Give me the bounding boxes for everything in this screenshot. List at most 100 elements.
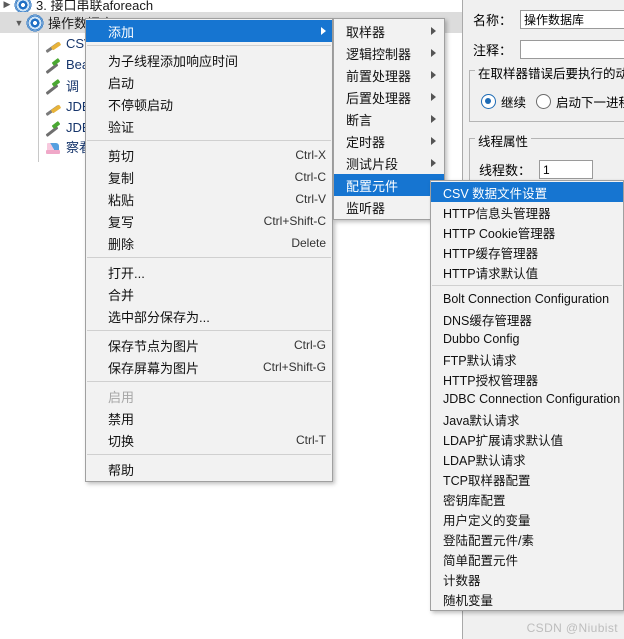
menu-item-label: JDBC Connection Configuration bbox=[443, 392, 621, 406]
tree-item[interactable]: CSV bbox=[0, 33, 93, 54]
menu-config-item[interactable]: Dubbo Config bbox=[431, 329, 623, 349]
radio-continue[interactable] bbox=[481, 94, 496, 109]
menu-config-item[interactable]: HTTP授权管理器 bbox=[431, 369, 623, 389]
menu-item-label: 前置处理器 bbox=[346, 68, 412, 84]
menu-item-shortcut: Ctrl-T bbox=[296, 433, 326, 447]
menu-separator bbox=[87, 45, 331, 46]
pen-icon bbox=[44, 56, 62, 74]
menu-item-label: 为子线程添加响应时间 bbox=[108, 53, 239, 69]
menu-item-label: 保存节点为图片 bbox=[108, 338, 200, 354]
menu-add-item[interactable]: 定时器 bbox=[334, 130, 444, 152]
menu-main-item[interactable]: 切换 Ctrl-T bbox=[86, 429, 332, 451]
menu-main-item[interactable]: 保存节点为图片 Ctrl-G bbox=[86, 334, 332, 356]
menu-main-item[interactable]: 不停顿启动 bbox=[86, 93, 332, 115]
menu-add-item[interactable]: 前置处理器 bbox=[334, 64, 444, 86]
menu-main-item[interactable]: 启动 bbox=[86, 71, 332, 93]
menu-item-label: 取样器 bbox=[346, 24, 386, 40]
radio-start-next-thread-loop[interactable] bbox=[536, 94, 552, 109]
radio-start-next-label: 启动下一进程 bbox=[556, 96, 624, 110]
menu-config-item[interactable]: 计数器 bbox=[431, 569, 623, 589]
comment-input[interactable] bbox=[520, 40, 624, 59]
tree-context-menu[interactable]: 添加为子线程添加响应时间启动 不停顿启动 验证剪切 Ctrl-X 复制 Ctrl-C 粘贴 C… bbox=[85, 18, 333, 482]
menu-main-item[interactable]: 验证 bbox=[86, 115, 332, 137]
menu-separator bbox=[87, 330, 331, 331]
menu-item-label: CSV 数据文件设置 bbox=[443, 186, 548, 201]
menu-separator bbox=[87, 454, 331, 455]
menu-add-item[interactable]: 逻辑控制器 bbox=[334, 42, 444, 64]
tree-item[interactable]: JDB bbox=[0, 96, 91, 117]
menu-config-item[interactable]: Java默认请求 bbox=[431, 409, 623, 429]
menu-item-label: 禁用 bbox=[108, 411, 135, 427]
menu-item-label: 断言 bbox=[346, 112, 373, 128]
tree-item[interactable]: Bea bbox=[0, 54, 89, 75]
menu-main-item[interactable]: 为子线程添加响应时间 bbox=[86, 49, 332, 71]
menu-add-item[interactable]: 取样器 bbox=[334, 20, 444, 42]
menu-config-item[interactable]: HTTP请求默认值 bbox=[431, 262, 623, 282]
menu-add-item[interactable]: 配置元件 bbox=[334, 174, 444, 196]
thread-properties-group-title: 线程属性 bbox=[475, 131, 532, 150]
menu-item-label: FTP默认请求 bbox=[443, 353, 517, 368]
menu-item-label: LDAP扩展请求默认值 bbox=[443, 433, 564, 448]
menu-main-item[interactable]: 打开... bbox=[86, 261, 332, 283]
menu-config-item[interactable]: TCP取样器配置 bbox=[431, 469, 623, 489]
menu-config-item[interactable]: DNS缓存管理器 bbox=[431, 309, 623, 329]
menu-main-item[interactable]: 禁用 bbox=[86, 407, 332, 429]
watermark: CSDN @Niubist bbox=[526, 621, 618, 635]
menu-config-item[interactable]: LDAP默认请求 bbox=[431, 449, 623, 469]
menu-add-item[interactable]: 断言 bbox=[334, 108, 444, 130]
menu-main-item[interactable]: 删除 Delete bbox=[86, 232, 332, 254]
gear-icon bbox=[26, 13, 44, 32]
menu-item-label: DNS缓存管理器 bbox=[443, 313, 532, 328]
add-submenu[interactable]: 取样器逻辑控制器前置处理器后置处理器断言定时器 测试片段 配置元件 监听器 bbox=[333, 18, 445, 220]
menu-config-item[interactable]: HTTP Cookie管理器 bbox=[431, 222, 623, 242]
tree-item[interactable]: 察看 bbox=[0, 136, 92, 157]
menu-main-item[interactable]: 复写 Ctrl+Shift-C bbox=[86, 210, 332, 232]
menu-config-item[interactable]: HTTP信息头管理器 bbox=[431, 202, 623, 222]
menu-add-item[interactable]: 后置处理器 bbox=[334, 86, 444, 108]
tree-item[interactable]: JDB bbox=[0, 117, 91, 138]
menu-config-item[interactable]: JDBC Connection Configuration bbox=[431, 389, 623, 409]
menu-config-item[interactable]: 用户定义的变量 bbox=[431, 509, 623, 529]
menu-main-item[interactable]: 保存屏幕为图片 Ctrl+Shift-G bbox=[86, 356, 332, 378]
menu-config-item[interactable]: Bolt Connection Configuration bbox=[431, 289, 623, 309]
menu-config-item[interactable]: HTTP缓存管理器 bbox=[431, 242, 623, 262]
menu-config-item[interactable]: LDAP扩展请求默认值 bbox=[431, 429, 623, 449]
menu-add-item[interactable]: 监听器 bbox=[334, 196, 444, 218]
thread-count-input[interactable]: 1 bbox=[539, 160, 594, 179]
menu-config-item[interactable]: CSV 数据文件设置 bbox=[431, 182, 623, 202]
menu-main-item[interactable]: 合并 bbox=[86, 283, 332, 305]
menu-item-label: 密钥库配置 bbox=[443, 493, 506, 508]
menu-item-label: 逻辑控制器 bbox=[346, 46, 412, 62]
menu-config-item[interactable]: 简单配置元件 bbox=[431, 549, 623, 569]
name-input[interactable]: 操作数据库 bbox=[520, 10, 624, 29]
menu-main-item: 启用 bbox=[86, 385, 332, 407]
menu-main-item[interactable]: 剪切 Ctrl-X bbox=[86, 144, 332, 166]
menu-add-item[interactable]: 测试片段 bbox=[334, 152, 444, 174]
chevron-down-icon[interactable]: ▼ bbox=[12, 12, 26, 33]
menu-config-item[interactable]: 密钥库配置 bbox=[431, 489, 623, 509]
menu-separator bbox=[87, 381, 331, 382]
menu-main-item[interactable]: 选中部分保存为... bbox=[86, 305, 332, 327]
menu-item-label: 保存屏幕为图片 bbox=[108, 360, 200, 376]
menu-config-item[interactable]: 随机变量 bbox=[431, 589, 623, 609]
menu-main-item[interactable]: 帮助 bbox=[86, 458, 332, 480]
config-tool-icon bbox=[44, 35, 62, 53]
pen-icon bbox=[44, 77, 62, 95]
menu-config-item[interactable]: 登陆配置元件/素 bbox=[431, 529, 623, 549]
menu-main-item[interactable]: 复制 Ctrl-C bbox=[86, 166, 332, 188]
menu-item-label: HTTP信息头管理器 bbox=[443, 206, 551, 221]
config-element-submenu[interactable]: CSV 数据文件设置 HTTP信息头管理器 HTTP Cookie管理器 HTTP缓存… bbox=[430, 180, 624, 611]
menu-item-label: 粘贴 bbox=[108, 192, 135, 208]
menu-config-item[interactable]: FTP默认请求 bbox=[431, 349, 623, 369]
menu-item-shortcut: Ctrl-V bbox=[295, 192, 326, 206]
menu-item-label: 复制 bbox=[108, 170, 135, 186]
menu-item-label: 启用 bbox=[108, 389, 135, 405]
menu-main-item[interactable]: 添加 bbox=[86, 20, 332, 42]
menu-main-item[interactable]: 粘贴 Ctrl-V bbox=[86, 188, 332, 210]
tree-item[interactable]: 调 bbox=[0, 75, 79, 96]
menu-item-shortcut: Ctrl+Shift-G bbox=[262, 360, 326, 374]
name-field-row: 名称： 操作数据库 bbox=[473, 10, 624, 29]
